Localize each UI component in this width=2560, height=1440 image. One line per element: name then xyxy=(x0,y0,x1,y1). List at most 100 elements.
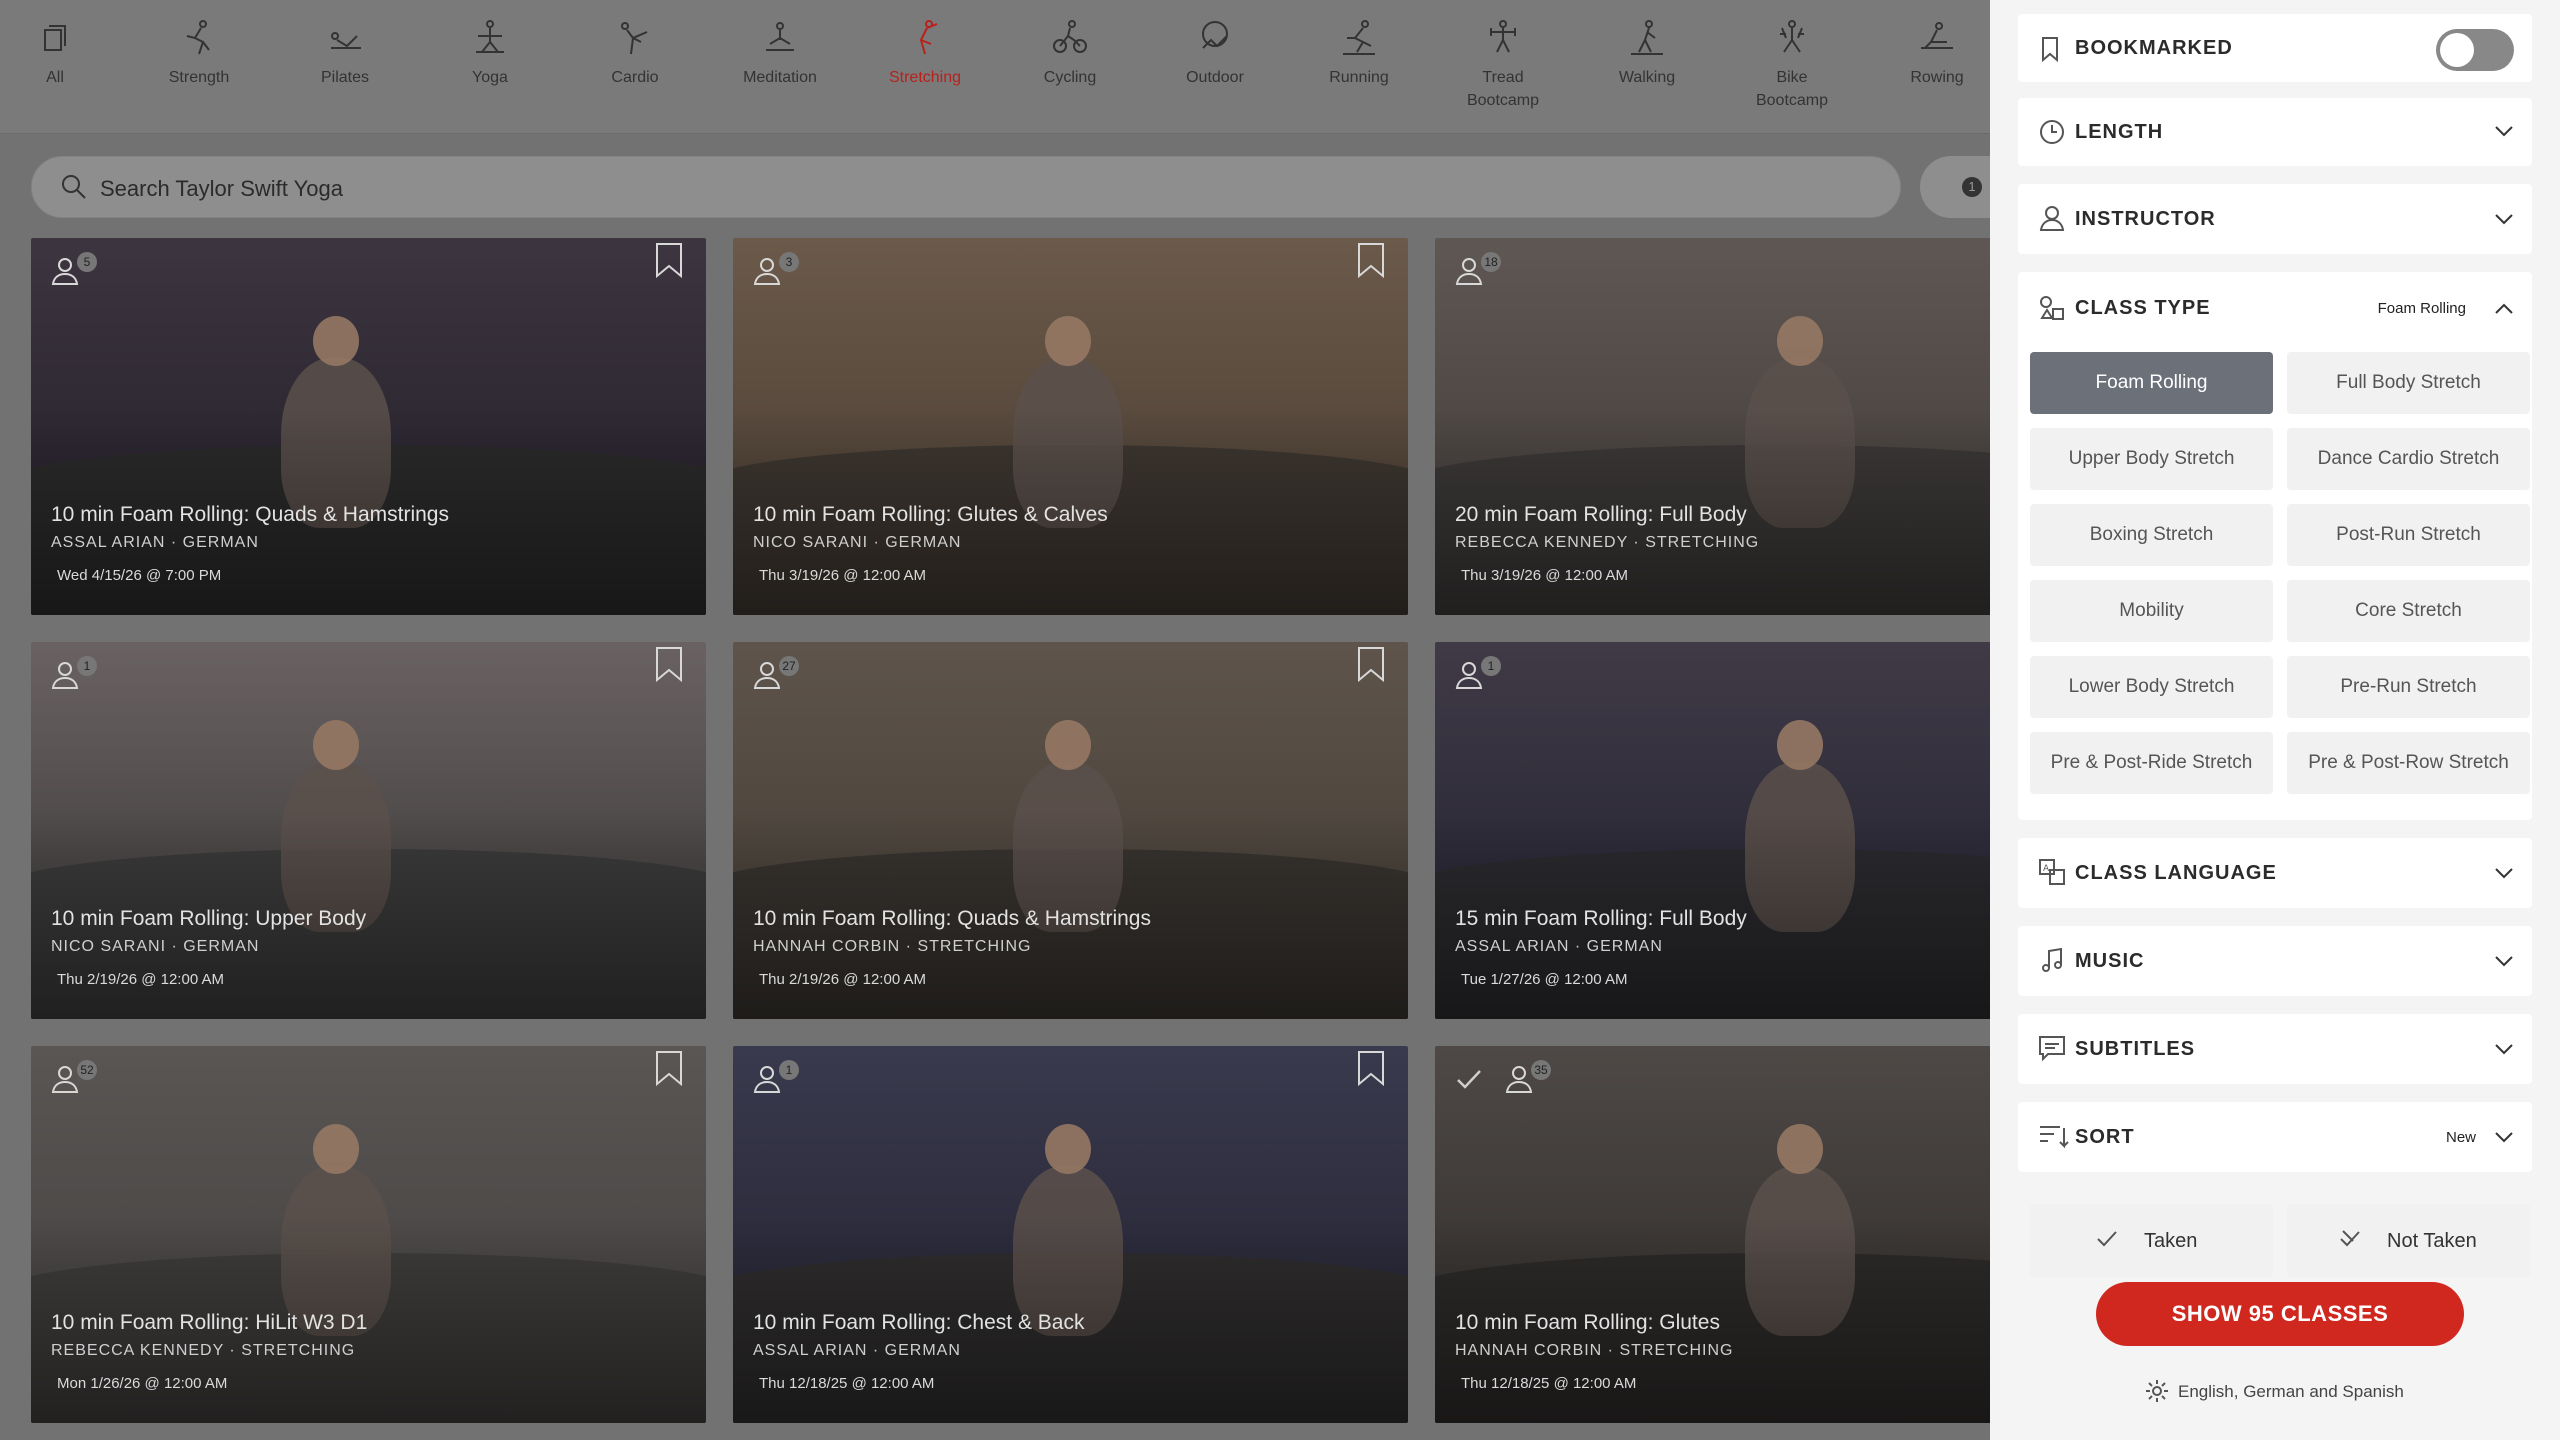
instructor-label: INSTRUCTOR xyxy=(2075,208,2216,230)
svg-text:A: A xyxy=(2043,864,2050,874)
card-shade xyxy=(1435,642,1990,1019)
participant-count: 1 xyxy=(77,656,97,676)
class-card[interactable]: 27 10 min Foam Rolling: Quads & Hamstring… xyxy=(733,642,1408,1019)
sort-value: New xyxy=(2445,1129,2476,1146)
class-type-option[interactable]: Pre-Run Stretch xyxy=(2287,656,2530,718)
nav-item-outdoor[interactable]: Outdoor xyxy=(1160,18,1270,89)
bike-bootcamp-icon xyxy=(1780,20,1804,53)
class-type-section: CLASS TYPE Foam Rolling Foam Rolling Full… xyxy=(2018,272,2532,820)
class-instructor-meta: REBECCA KENNEDY · STRETCHING xyxy=(1455,534,1760,551)
class-type-option[interactable]: Lower Body Stretch xyxy=(2030,656,2273,718)
class-card[interactable]: 1 10 min Foam Rolling: Chest & Back ASSAL … xyxy=(733,1046,1408,1423)
class-type-option[interactable]: Pre & Post-Row Stretch xyxy=(2287,732,2530,794)
rowing-icon xyxy=(1921,22,1953,49)
nav-item-strength[interactable]: Strength xyxy=(144,18,254,89)
taken-label: Taken xyxy=(2144,1230,2198,1252)
not-taken-label: Not Taken xyxy=(2387,1230,2477,1252)
class-language-section[interactable]: A CLASS LANGUAGE xyxy=(2018,838,2532,908)
sort-icon xyxy=(2040,1126,2069,1149)
chevron-down-icon xyxy=(2495,1132,2513,1143)
nav-item-bike-bootcamp[interactable]: Bike Bootcamp xyxy=(1737,18,1847,112)
walking-icon xyxy=(1631,20,1663,55)
chevron-up-icon[interactable] xyxy=(2494,302,2514,316)
participant-count: 27 xyxy=(779,656,799,676)
participants-icon xyxy=(51,1066,79,1093)
nav-item-label: Outdoor xyxy=(1186,69,1244,86)
bookmarked-label: BOOKMARKED xyxy=(2075,37,2233,59)
class-type-icon xyxy=(2040,296,2064,320)
language-icon: A xyxy=(2039,859,2065,885)
class-type-option[interactable]: Post-Run Stretch xyxy=(2287,504,2530,566)
class-card[interactable]: 5 10 min Foam Rolling: Quads & Hamstrings… xyxy=(31,238,706,615)
nav-item-stretching[interactable]: Stretching xyxy=(870,18,980,89)
class-date: Thu 3/19/26 @ 12:00 AM xyxy=(759,567,926,584)
nav-item-rowing[interactable]: Rowing xyxy=(1882,18,1990,89)
sort-section[interactable]: SORT New xyxy=(2018,1102,2532,1172)
card-shade xyxy=(733,642,1408,1019)
class-language-label: CLASS LANGUAGE xyxy=(2075,862,2277,884)
nav-item-running[interactable]: Running xyxy=(1304,18,1414,89)
nav-item-all[interactable]: All xyxy=(0,18,110,89)
class-type-option[interactable]: Mobility xyxy=(2030,580,2273,642)
nav-item-meditation[interactable]: Meditation xyxy=(725,18,835,89)
chevron-down-icon xyxy=(2495,956,2513,967)
class-instructor-meta: REBECCA KENNEDY · STRETCHING xyxy=(51,1342,356,1359)
nav-item-yoga[interactable]: Yoga xyxy=(435,18,545,89)
nav-item-label: Stretching xyxy=(888,69,962,86)
length-section[interactable]: LENGTH xyxy=(2018,98,2532,166)
search-input[interactable]: Search Taylor Swift Yoga xyxy=(31,156,1901,218)
nav-item-cardio[interactable]: Cardio xyxy=(580,18,690,89)
participant-count: 1 xyxy=(779,1060,799,1080)
class-card[interactable]: 18 20 min Foam Rolling: Full Body REBECCA … xyxy=(1435,238,1990,615)
class-type-option[interactable]: Upper Body Stretch xyxy=(2030,428,2273,490)
filter-count-badge: 1 xyxy=(1962,177,1982,197)
bookmark-icon[interactable] xyxy=(654,646,684,682)
bookmarked-toggle[interactable] xyxy=(2436,29,2514,71)
class-title: 10 min Foam Rolling: Upper Body xyxy=(51,907,367,930)
pilates-icon xyxy=(331,32,361,49)
participant-count: 5 xyxy=(77,252,97,272)
nav-item-pilates[interactable]: Pilates xyxy=(290,18,400,89)
nav-item-cycling[interactable]: Cycling xyxy=(1015,18,1125,89)
nav-item-tread-bootcamp[interactable]: Tread Bootcamp xyxy=(1448,18,1558,112)
instructor-section[interactable]: INSTRUCTOR xyxy=(2018,184,2532,254)
bookmark-icon[interactable] xyxy=(654,242,684,278)
nav-item-label: Rowing xyxy=(1910,69,1964,86)
class-title: 10 min Foam Rolling: Glutes & Calves xyxy=(753,503,1108,526)
card-shade xyxy=(1435,238,1990,615)
class-instructor-meta: NICO SARANI · GERMAN xyxy=(753,534,962,551)
taken-button[interactable]: Taken xyxy=(2030,1204,2273,1277)
class-date: Thu 2/19/26 @ 12:00 AM xyxy=(759,971,926,988)
class-type-option[interactable]: Full Body Stretch xyxy=(2287,352,2530,414)
bookmark-icon[interactable] xyxy=(1356,646,1386,682)
subtitles-section[interactable]: SUBTITLES xyxy=(2018,1014,2532,1084)
card-shade xyxy=(1435,1046,1990,1423)
bookmark-icon[interactable] xyxy=(1356,1050,1386,1086)
class-type-option[interactable]: Boxing Stretch xyxy=(2030,504,2273,566)
class-card[interactable]: 1 10 min Foam Rolling: Upper Body NICO SAR… xyxy=(31,642,706,1019)
card-shade xyxy=(31,1046,706,1423)
class-card[interactable]: 52 10 min Foam Rolling: HiLit W3 D1 REBECC… xyxy=(31,1046,706,1423)
search-icon xyxy=(62,175,86,199)
class-card[interactable]: 3 10 min Foam Rolling: Glutes & Calves NIC… xyxy=(733,238,1408,615)
music-section[interactable]: MUSIC xyxy=(2018,926,2532,996)
bookmark-icon[interactable] xyxy=(1356,242,1386,278)
class-instructor-meta: ASSAL ARIAN · GERMAN xyxy=(753,1342,961,1359)
participants-icon xyxy=(51,662,79,689)
not-taken-button[interactable]: Not Taken xyxy=(2287,1204,2530,1277)
class-type-option[interactable]: Pre & Post-Ride Stretch xyxy=(2030,732,2273,794)
class-title: 15 min Foam Rolling: Full Body xyxy=(1455,907,1747,930)
class-card[interactable]: 1 15 min Foam Rolling: Full Body ASSAL ARI… xyxy=(1435,642,1990,1019)
class-type-selected-value: Foam Rolling xyxy=(2377,300,2466,317)
nav-item-walking[interactable]: Walking xyxy=(1592,18,1702,89)
class-card[interactable]: 35 10 min Foam Rolling: Glutes HANNAH CORB… xyxy=(1435,1046,1990,1423)
class-type-option[interactable]: Core Stretch xyxy=(2287,580,2530,642)
music-icon xyxy=(2042,947,2062,972)
card-shade xyxy=(733,1046,1408,1423)
class-type-option[interactable]: Foam Rolling xyxy=(2030,352,2273,414)
show-classes-button[interactable]: SHOW 95 CLASSES xyxy=(2096,1282,2464,1346)
filter-button[interactable]: 1 xyxy=(1920,156,1990,218)
class-type-option[interactable]: Dance Cardio Stretch xyxy=(2287,428,2530,490)
bookmark-icon[interactable] xyxy=(654,1050,684,1086)
participants-icon xyxy=(753,1066,781,1093)
